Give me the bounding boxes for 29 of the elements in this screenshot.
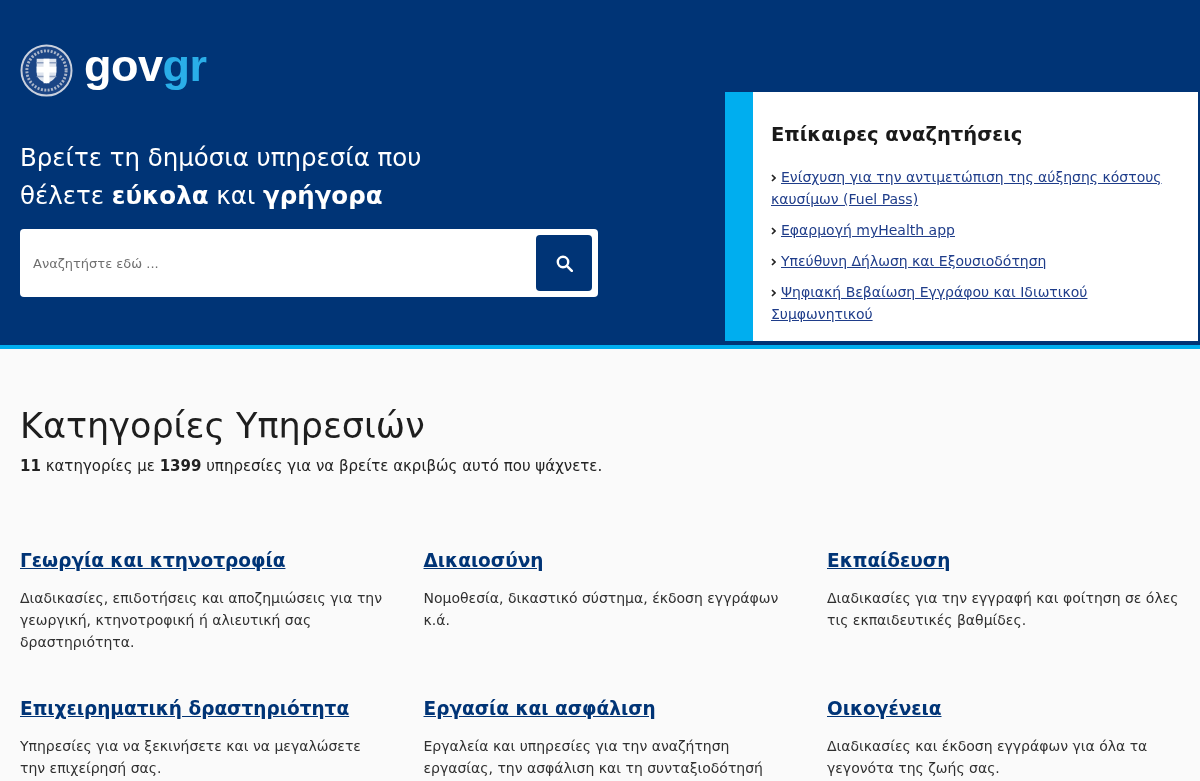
crest-icon (20, 44, 73, 97)
category-description: Εργαλεία και υπηρεσίες για την αναζήτηση εργασίας, την ασφάλιση και τη συνταξιοδότησή (423, 737, 764, 778)
chevron-icon (771, 258, 776, 266)
category-description: Διαδικασίες, επιδοτήσεις και αποζημιώσεις για την γεωργική, κτηνοτροφική ή αλιευτική σας δραστηριότητα. (20, 589, 384, 652)
category-description: Διαδικασίες και έκδοση εγγράφων για όλα τα γεγονότα της ζωής σας. (827, 737, 1149, 778)
category-link[interactable]: Γεωργία και κτηνοτροφία (20, 549, 286, 573)
search-field[interactable]: Αναζητήστε εδώ ... (20, 229, 598, 297)
search-button[interactable] (536, 235, 592, 291)
category-description: Νομοθεσία, δικαστικό σύστημα, έκδοση εγγράφων κ.ά. (423, 589, 780, 630)
chevron-icon (771, 227, 776, 235)
search-icon (555, 254, 573, 272)
category-link[interactable]: Εργασία και ασφάλιση (423, 697, 656, 721)
category-description: Υπηρεσίες για να ξεκινήσετε και να μεγαλώσετε την επιχείρησή σας. (20, 737, 362, 778)
trending-link[interactable]: Ενίσχυση για την αντιμετώπιση της αύξησης κόστους καυσίμων (Fuel Pass) (771, 166, 1182, 210)
logo-wordmark[interactable]: govgr (84, 43, 207, 88)
category-link[interactable]: Οικογένεια (827, 697, 942, 721)
trending-link[interactable]: Εφαρμογή myHealth app (771, 219, 1182, 241)
trending-link[interactable]: Ψηφιακή Βεβαίωση Εγγράφου και Ιδιωτικού Συμφωνητικού (771, 281, 1182, 325)
category-link[interactable]: Επιχειρηματική δραστηριότητα (20, 697, 350, 721)
category-description: Διαδικασίες για την εγγραφή και φοίτηση σε όλες τις εκπαιδευτικές βαθμίδες. (827, 589, 1180, 630)
headline: Βρείτε τη δημόσια υπηρεσία που θέλετε εύκολα και γρήγορα (20, 142, 423, 212)
section-summary: 11 κατηγορίες με 1399 υπηρεσίες για να βρείτε ακριβώς αυτό που ψάχνετε. (20, 456, 604, 476)
chevron-icon (771, 174, 776, 182)
category-link[interactable]: Εκπαίδευση (827, 549, 951, 573)
chevron-icon (771, 289, 776, 297)
category-link[interactable]: Δικαιοσύνη (423, 549, 544, 573)
trending-link[interactable]: Υπεύθυνη Δήλωση και Εξουσιοδότηση (771, 250, 1182, 272)
panel-title: Επίκαιρες αναζητήσεις (771, 123, 1024, 147)
section-title: Κατηγορίες Υπηρεσιών (20, 405, 426, 448)
